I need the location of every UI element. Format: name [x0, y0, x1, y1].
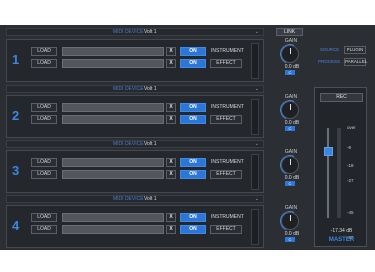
channel-strip-1: 1 LOAD LOAD X X ON ON INSTRUMENT EFFECT — [6, 39, 264, 82]
clear-effect-button[interactable]: X — [166, 59, 176, 68]
instrument-label: INSTRUMENT — [211, 104, 244, 110]
instrument-on-toggle[interactable]: ON — [180, 213, 206, 222]
instrument-label: INSTRUMENT — [211, 214, 244, 220]
midi-device-label: MIDI DEVICE — [113, 29, 144, 35]
midi-device-value: Volt 1 — [144, 29, 157, 35]
gain-knob-3[interactable] — [277, 152, 303, 178]
chevron-down-icon: ⌄ — [254, 196, 259, 202]
instrument-on-toggle[interactable]: ON — [180, 158, 206, 167]
master-label: MASTER — [328, 237, 355, 243]
load-effect-button[interactable]: LOAD — [31, 170, 57, 179]
chevron-down-icon: ⌄ — [254, 141, 259, 147]
pan-center-button[interactable]: C — [285, 70, 295, 75]
midi-device-label: MIDI DEVICE — [113, 141, 144, 147]
load-effect-button[interactable]: LOAD — [31, 115, 57, 124]
multi-channel-mixer: MIDI DEVICE Volt 1 ⌄ 1 LOAD LOAD X X ON … — [0, 25, 375, 250]
load-instrument-button[interactable]: LOAD — [31, 103, 57, 112]
load-effect-button[interactable]: LOAD — [31, 59, 57, 68]
clear-effect-button[interactable]: X — [166, 115, 176, 124]
midi-device-select-1[interactable]: MIDI DEVICE Volt 1 ⌄ — [6, 28, 264, 36]
master-db-readout: -17.34 dB — [330, 228, 353, 234]
channel-strip-2: 2 LOAD LOAD X X ON ON INSTRUMENT EFFECT — [6, 95, 264, 138]
meter-scale-27: -27 — [347, 178, 354, 183]
midi-device-select-4[interactable]: MIDI DEVICE Volt 1 ⌄ — [6, 195, 264, 203]
effect-button[interactable]: EFFECT — [210, 225, 242, 234]
process-label: PROCESS — [318, 59, 341, 64]
midi-device-value: Volt 1 — [144, 141, 157, 147]
plugin-button[interactable]: PLUGIN — [344, 46, 366, 54]
midi-device-value: Volt 1 — [144, 196, 157, 202]
instrument-label: INSTRUMENT — [211, 48, 244, 54]
clear-effect-button[interactable]: X — [166, 225, 176, 234]
channel-number: 3 — [12, 163, 20, 178]
effect-on-toggle[interactable]: ON — [180, 59, 206, 68]
instrument-path-field[interactable] — [62, 213, 164, 222]
clear-instrument-button[interactable]: X — [166, 103, 176, 112]
channel-number: 2 — [12, 108, 20, 123]
channel-number: 1 — [12, 52, 20, 67]
instrument-on-toggle[interactable]: ON — [180, 103, 206, 112]
channel-level-meter — [251, 209, 259, 245]
channel-level-meter — [251, 154, 259, 190]
master-fader-handle[interactable] — [324, 146, 333, 156]
master-section: REC over -9 -18 -27 -45 -90 -17.34 dB MA… — [314, 87, 367, 247]
midi-device-select-3[interactable]: MIDI DEVICE Volt 1 ⌄ — [6, 140, 264, 148]
midi-device-label: MIDI DEVICE — [113, 196, 144, 202]
meter-scale-9: -9 — [347, 145, 352, 150]
channel-level-meter — [251, 43, 259, 79]
clear-instrument-button[interactable]: X — [166, 213, 176, 222]
pan-center-button[interactable]: C — [285, 181, 295, 186]
clear-instrument-button[interactable]: X — [166, 47, 176, 56]
clear-instrument-button[interactable]: X — [166, 158, 176, 167]
effect-button[interactable]: EFFECT — [210, 59, 242, 68]
master-fader-track[interactable] — [327, 128, 329, 218]
master-level-meter — [337, 128, 341, 218]
chevron-down-icon: ⌄ — [254, 29, 259, 35]
load-instrument-button[interactable]: LOAD — [31, 47, 57, 56]
clear-effect-button[interactable]: X — [166, 170, 176, 179]
load-instrument-button[interactable]: LOAD — [31, 213, 57, 222]
effect-on-toggle[interactable]: ON — [180, 115, 206, 124]
effect-path-field[interactable] — [62, 115, 164, 124]
channel-strip-4: 4 LOAD LOAD X X ON ON INSTRUMENT EFFECT — [6, 205, 264, 248]
pan-center-button[interactable]: C — [285, 237, 295, 242]
gain-knob-2[interactable] — [277, 97, 303, 123]
meter-scale-over: over — [347, 125, 356, 130]
instrument-label: INSTRUMENT — [211, 159, 244, 165]
effect-path-field[interactable] — [62, 59, 164, 68]
effect-button[interactable]: EFFECT — [210, 170, 242, 179]
effect-path-field[interactable] — [62, 225, 164, 234]
gain-knob-4[interactable] — [277, 208, 303, 234]
gain-knob-1[interactable] — [277, 41, 303, 67]
effect-path-field[interactable] — [62, 170, 164, 179]
instrument-path-field[interactable] — [62, 47, 164, 56]
effect-on-toggle[interactable]: ON — [180, 225, 206, 234]
load-effect-button[interactable]: LOAD — [31, 225, 57, 234]
channel-strip-3: 3 LOAD LOAD X X ON ON INSTRUMENT EFFECT — [6, 150, 264, 193]
effect-on-toggle[interactable]: ON — [180, 170, 206, 179]
instrument-path-field[interactable] — [62, 158, 164, 167]
meter-scale-18: -18 — [347, 163, 354, 168]
instrument-path-field[interactable] — [62, 103, 164, 112]
effect-button[interactable]: EFFECT — [210, 115, 242, 124]
record-button[interactable]: REC — [320, 93, 363, 102]
channel-level-meter — [251, 99, 259, 135]
midi-device-select-2[interactable]: MIDI DEVICE Volt 1 ⌄ — [6, 85, 264, 93]
load-instrument-button[interactable]: LOAD — [31, 158, 57, 167]
chevron-down-icon: ⌄ — [254, 86, 259, 92]
midi-device-label: MIDI DEVICE — [113, 86, 144, 92]
midi-device-value: Volt 1 — [144, 86, 157, 92]
parallel-button[interactable]: PARALLEL — [344, 58, 367, 66]
channel-number: 4 — [12, 218, 20, 233]
instrument-on-toggle[interactable]: ON — [180, 47, 206, 56]
source-label: SOURCE — [320, 47, 340, 52]
pan-center-button[interactable]: C — [285, 126, 295, 131]
meter-scale-45: -45 — [347, 210, 354, 215]
link-button[interactable]: LINK — [276, 28, 303, 36]
